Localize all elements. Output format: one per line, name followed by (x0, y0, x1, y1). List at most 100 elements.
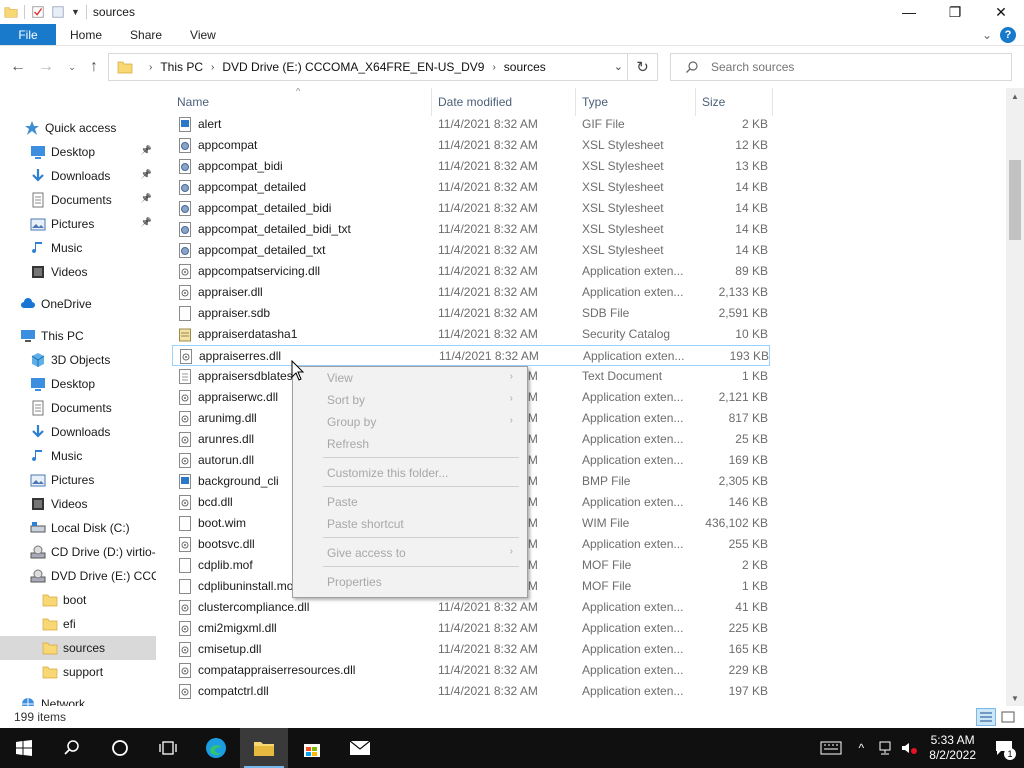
nav-item-network[interactable]: Network (0, 692, 156, 706)
file-row[interactable]: alert 11/4/2021 8:32 AM GIF File 2 KB (172, 114, 770, 135)
nav-item-local-disk-c[interactable]: Local Disk (C:) (0, 516, 156, 540)
menu-item-customize-folder[interactable]: Customize this folder... (327, 466, 448, 480)
folder-icon[interactable] (4, 5, 18, 19)
address-history-dropdown[interactable]: ⌄ (614, 60, 623, 73)
task-view-button[interactable] (144, 728, 192, 768)
nav-item-music[interactable]: Music (0, 236, 156, 260)
nav-item-sources[interactable]: sources (0, 636, 156, 660)
breadcrumb-dvd-drive[interactable]: DVD Drive (E:) CCCOMA_X64FRE_EN-US_DV9 (222, 60, 484, 74)
nav-item-cd-drive-d-virtio[interactable]: CD Drive (D:) virtio- (0, 540, 156, 564)
file-row[interactable]: appcompat 11/4/2021 8:32 AM XSL Stylesheet… (172, 135, 770, 156)
nav-item-desktop[interactable]: Desktop (0, 372, 156, 396)
nav-item-documents[interactable]: Documents (0, 396, 156, 420)
volume-tray-icon[interactable] (897, 728, 921, 768)
breadcrumb-this-pc[interactable]: This PC (160, 60, 203, 74)
search-taskbar-button[interactable] (48, 728, 96, 768)
file-row[interactable]: appcompatservicing.dll 11/4/2021 8:32 AM A… (172, 261, 770, 282)
file-row[interactable]: appraiser.dll 11/4/2021 8:32 AM Applicatio… (172, 282, 770, 303)
breadcrumb-sources[interactable]: sources (504, 60, 546, 74)
nav-item-efi[interactable]: efi (0, 612, 156, 636)
column-header-type[interactable]: Type (582, 90, 608, 114)
nav-item-documents[interactable]: Documents 📌 (0, 188, 156, 212)
file-row[interactable]: appcompat_detailed 11/4/2021 8:32 AM XSL S… (172, 177, 770, 198)
column-header-name[interactable]: Name (177, 90, 209, 114)
file-row[interactable]: appcompat_bidi 11/4/2021 8:32 AM XSL Style… (172, 156, 770, 177)
menu-item-group-by[interactable]: Group by (327, 415, 376, 429)
nav-item-quick-access[interactable]: Quick access (0, 116, 156, 140)
expand-ribbon-icon[interactable]: ⌄ (982, 28, 992, 42)
maximize-button[interactable]: ❐ (932, 0, 978, 24)
nav-item-dvd-drive-e-ccco[interactable]: DVD Drive (E:) CCCO (0, 564, 156, 588)
properties-icon[interactable] (31, 5, 45, 19)
start-button[interactable] (0, 728, 48, 768)
file-row[interactable]: appraiserres.dll 11/4/2021 8:32 AM Applica… (172, 345, 770, 366)
menu-item-paste[interactable]: Paste (327, 495, 358, 509)
search-input[interactable] (711, 60, 991, 74)
column-header-date[interactable]: Date modified (438, 90, 512, 114)
tab-share[interactable]: Share (116, 24, 176, 45)
nav-item-pictures[interactable]: Pictures (0, 468, 156, 492)
cortana-button[interactable] (96, 728, 144, 768)
nav-item-music[interactable]: Music (0, 444, 156, 468)
forward-button[interactable]: → (34, 55, 58, 79)
column-divider[interactable] (695, 88, 696, 116)
file-row[interactable]: appcompat_detailed_bidi_txt 11/4/2021 8:3… (172, 219, 770, 240)
nav-item-onedrive[interactable]: OneDrive (0, 292, 156, 316)
menu-item-properties[interactable]: Properties (327, 575, 382, 589)
details-view-button[interactable] (976, 708, 996, 726)
file-row[interactable]: appraiserdatasha1 11/4/2021 8:32 AM Securi… (172, 324, 770, 345)
up-button[interactable]: ↑ (82, 55, 106, 79)
menu-item-refresh[interactable]: Refresh (327, 437, 369, 451)
nav-item-this-pc[interactable]: This PC (0, 324, 156, 348)
help-icon[interactable]: ? (1000, 27, 1016, 43)
file-row[interactable]: cmisetup.dll 11/4/2021 8:32 AM Application… (172, 639, 770, 660)
breadcrumb-separator[interactable]: › (492, 62, 495, 73)
file-explorer-taskbar-button[interactable] (240, 728, 288, 768)
nav-item-downloads[interactable]: Downloads 📌 (0, 164, 156, 188)
menu-item-give-access[interactable]: Give access to (327, 546, 406, 560)
nav-item-desktop[interactable]: Desktop 📌 (0, 140, 156, 164)
nav-item-videos[interactable]: Videos (0, 492, 156, 516)
network-tray-icon[interactable] (873, 728, 897, 768)
search-box[interactable] (670, 53, 1012, 81)
close-button[interactable]: ✕ (978, 0, 1024, 24)
breadcrumb-separator[interactable]: › (211, 62, 214, 73)
scroll-thumb[interactable] (1009, 160, 1021, 240)
file-row[interactable]: clustercompliance.dll 11/4/2021 8:32 AM Ap… (172, 597, 770, 618)
show-hidden-icons-button[interactable]: ^ (849, 728, 873, 768)
store-taskbar-button[interactable] (288, 728, 336, 768)
nav-item-3d-objects[interactable]: 3D Objects (0, 348, 156, 372)
column-header-size[interactable]: Size (702, 90, 725, 114)
large-icons-view-button[interactable] (998, 708, 1018, 726)
scroll-up-button[interactable]: ▲ (1006, 88, 1024, 104)
action-center-button[interactable]: 1 (984, 728, 1024, 768)
menu-item-paste-shortcut[interactable]: Paste shortcut (327, 517, 404, 531)
refresh-button[interactable]: ↻ (627, 54, 657, 80)
column-divider[interactable] (772, 88, 773, 116)
keyboard-layout-icon[interactable] (813, 728, 849, 768)
nav-item-support[interactable]: support (0, 660, 156, 684)
nav-item-pictures[interactable]: Pictures 📌 (0, 212, 156, 236)
column-divider[interactable] (575, 88, 576, 116)
tab-file[interactable]: File (0, 24, 56, 45)
file-row[interactable]: appraiser.sdb 11/4/2021 8:32 AM SDB File 2,… (172, 303, 770, 324)
new-folder-icon[interactable] (51, 5, 65, 19)
file-row[interactable]: cmi2migxml.dll 11/4/2021 8:32 AM Applicati… (172, 618, 770, 639)
nav-item-boot[interactable]: boot (0, 588, 156, 612)
nav-item-downloads[interactable]: Downloads (0, 420, 156, 444)
back-button[interactable]: ← (6, 55, 30, 79)
tab-view[interactable]: View (176, 24, 230, 45)
customize-toolbar-icon[interactable]: ▼ (71, 7, 80, 17)
file-row[interactable]: compatappraiserresources.dll 11/4/2021 8:… (172, 660, 770, 681)
recent-locations-button[interactable]: ⌄ (60, 55, 84, 79)
minimize-button[interactable]: — (886, 0, 932, 24)
tab-home[interactable]: Home (56, 24, 116, 45)
menu-item-view[interactable]: View (327, 371, 353, 385)
scroll-down-button[interactable]: ▼ (1006, 690, 1024, 706)
menu-item-sort-by[interactable]: Sort by (327, 393, 365, 407)
nav-item-videos[interactable]: Videos (0, 260, 156, 284)
column-divider[interactable] (431, 88, 432, 116)
address-bar[interactable]: › This PC › DVD Drive (E:) CCCOMA_X64FRE… (108, 53, 658, 81)
file-row[interactable]: appcompat_detailed_bidi 11/4/2021 8:32 AM… (172, 198, 770, 219)
file-row[interactable]: appcompat_detailed_txt 11/4/2021 8:32 AM X… (172, 240, 770, 261)
